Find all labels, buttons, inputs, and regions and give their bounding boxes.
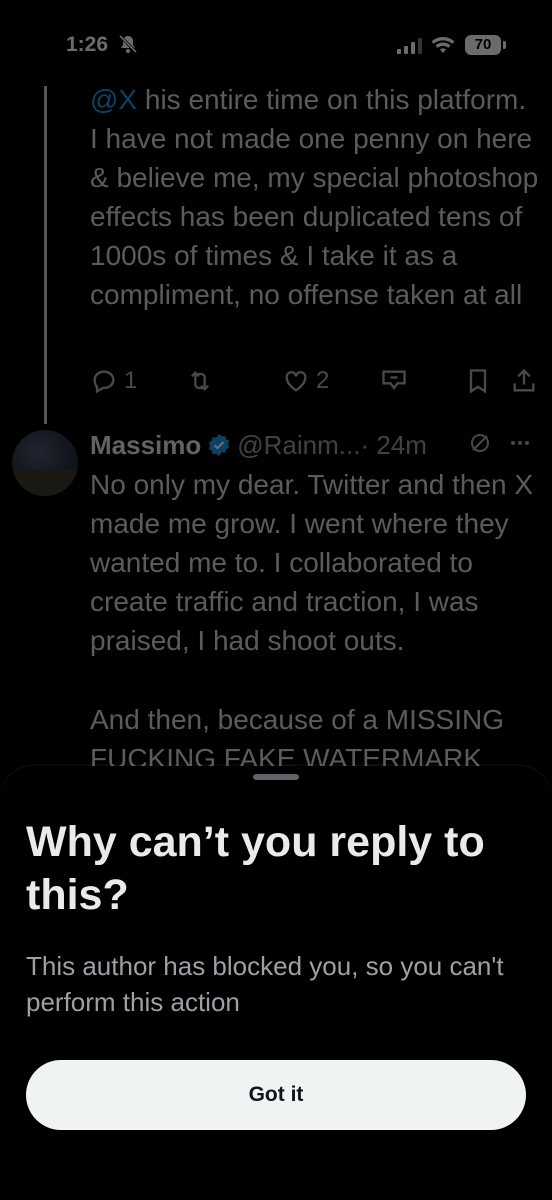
verified-badge-icon — [208, 434, 230, 456]
bottom-sheet: Why can’t you reply to this? This author… — [0, 766, 552, 1200]
bookmark-icon — [469, 369, 487, 394]
share-button[interactable] — [510, 365, 538, 397]
wifi-icon — [431, 37, 455, 53]
status-bar: 1:26 70 — [0, 0, 552, 92]
views-icon — [382, 370, 406, 390]
repost-icon — [191, 371, 209, 391]
thread-line — [44, 86, 47, 424]
like-button[interactable]: 2 — [282, 365, 329, 397]
sheet-title: Why can’t you reply to this? — [26, 818, 485, 919]
author-name[interactable]: Massimo — [90, 430, 201, 461]
battery-icon: 70 — [465, 35, 501, 55]
tweet-body: his entire time on this platform. I have… — [90, 84, 539, 310]
sheet-message: This author has blocked you, so you can'… — [26, 951, 504, 1017]
tweet-text: @X his entire time on this platform. I h… — [90, 80, 540, 314]
battery-tip — [503, 41, 506, 49]
more-icon[interactable] — [508, 431, 532, 455]
status-time: 1:26 — [66, 33, 109, 56]
author-handle: @Rainm... — [237, 429, 361, 460]
tweet-header: Massimo @Rainm... · 24m — [90, 427, 550, 463]
avatar[interactable] — [12, 430, 78, 496]
tweet-text-2: No only my dear. Twitter and then X made… — [90, 469, 534, 656]
reply-count: 1 — [124, 367, 138, 394]
share-icon — [513, 368, 535, 392]
got-it-button[interactable]: Got it — [26, 1060, 526, 1130]
reply-button[interactable]: 1 — [90, 365, 137, 397]
grok-icon[interactable] — [468, 431, 492, 455]
reply-icon — [93, 370, 115, 394]
bookmark-button[interactable] — [464, 365, 492, 397]
like-count: 2 — [316, 367, 330, 394]
sheet-drag-handle[interactable] — [253, 774, 299, 780]
tweet-time: · 24m — [360, 429, 427, 460]
screen: 1:26 70 @X his entire time on this platf… — [0, 0, 552, 1200]
heart-icon — [285, 371, 307, 392]
signal-icon — [397, 38, 422, 54]
repost-button[interactable] — [186, 365, 214, 397]
tweet-actions: 1 2 — [90, 365, 550, 397]
views-button[interactable] — [380, 365, 408, 397]
mention-link[interactable]: @X — [90, 84, 137, 115]
bell-slash-icon — [118, 34, 138, 54]
